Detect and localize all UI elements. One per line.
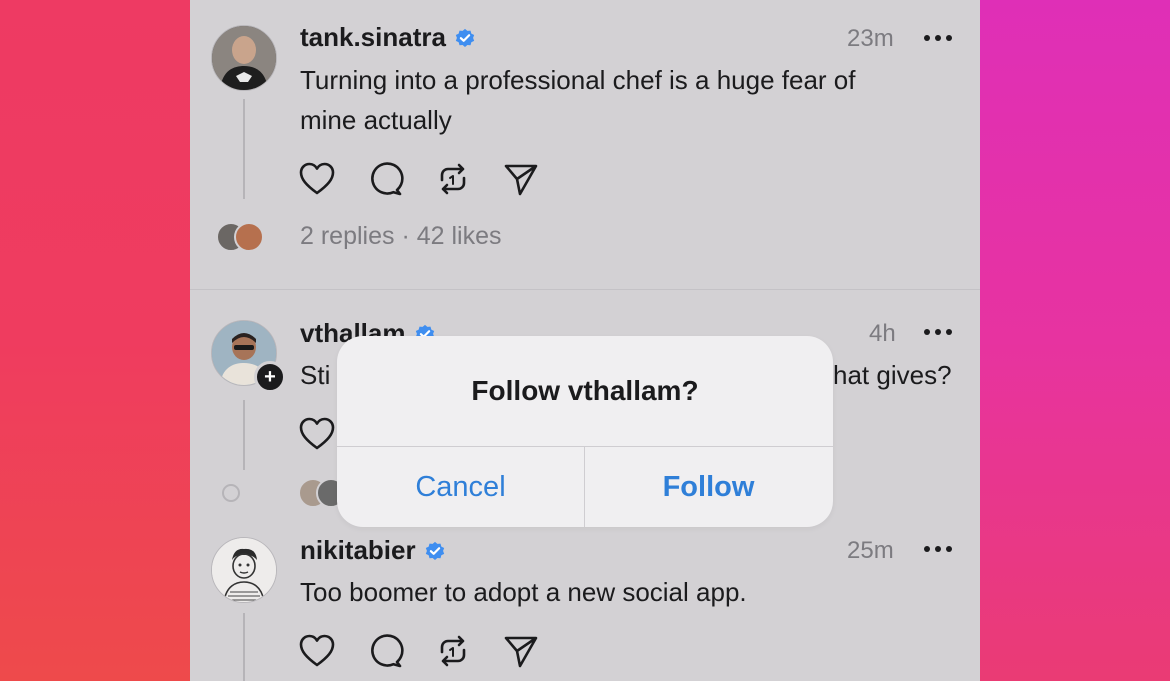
- post-stats[interactable]: 2 replies · 42 likes: [300, 222, 501, 251]
- post-divider: [190, 289, 980, 290]
- more-dots-icon[interactable]: [923, 34, 953, 42]
- heart-icon[interactable]: [298, 632, 336, 670]
- thread-line: [243, 99, 245, 199]
- replier-avatar: [234, 222, 264, 252]
- avatar[interactable]: [211, 537, 277, 603]
- post-text-start: Sti: [300, 360, 331, 390]
- post-time: 4h: [869, 320, 896, 347]
- heart-icon[interactable]: [298, 415, 336, 453]
- more-dots-icon[interactable]: [923, 328, 953, 336]
- avatar[interactable]: [211, 25, 277, 91]
- post-text: Turning into a professional chef is a hu…: [300, 60, 855, 140]
- heart-icon[interactable]: [298, 160, 336, 198]
- dialog-title: Follow vthallam?: [471, 375, 699, 406]
- send-icon[interactable]: [502, 632, 540, 670]
- username[interactable]: nikitabier: [300, 535, 446, 566]
- post-text-line: mine actually: [300, 105, 452, 135]
- comment-icon[interactable]: [366, 632, 404, 670]
- username-text[interactable]: tank.sinatra: [300, 22, 446, 53]
- cancel-button[interactable]: Cancel: [337, 447, 584, 527]
- background-right: [980, 0, 1170, 681]
- repost-icon[interactable]: [434, 632, 472, 670]
- post-time: 25m: [847, 537, 894, 564]
- thread-end-loop-icon: [222, 484, 240, 502]
- follow-plus-icon[interactable]: +: [254, 361, 286, 393]
- verified-badge-icon: [425, 541, 444, 560]
- comment-icon[interactable]: [366, 160, 404, 198]
- username[interactable]: tank.sinatra: [300, 22, 476, 53]
- follow-button[interactable]: Follow: [585, 447, 832, 527]
- post-time: 23m: [847, 25, 894, 52]
- thread-line: [243, 400, 245, 470]
- more-dots-icon[interactable]: [923, 545, 953, 553]
- post-actions: [298, 160, 540, 198]
- follow-dialog: Follow vthallam? Cancel Follow: [337, 336, 833, 527]
- username-text[interactable]: nikitabier: [300, 535, 416, 566]
- post-text-end: hat gives?: [833, 360, 952, 390]
- send-icon[interactable]: [502, 160, 540, 198]
- thread-line: [243, 613, 245, 681]
- post-text-line: Turning into a professional chef is a hu…: [300, 65, 856, 95]
- post-text: Too boomer to adopt a new social app.: [300, 577, 747, 607]
- verified-badge-icon: [455, 28, 475, 47]
- post-actions: [298, 632, 540, 670]
- background-left: [0, 0, 190, 681]
- repost-icon[interactable]: [434, 160, 472, 198]
